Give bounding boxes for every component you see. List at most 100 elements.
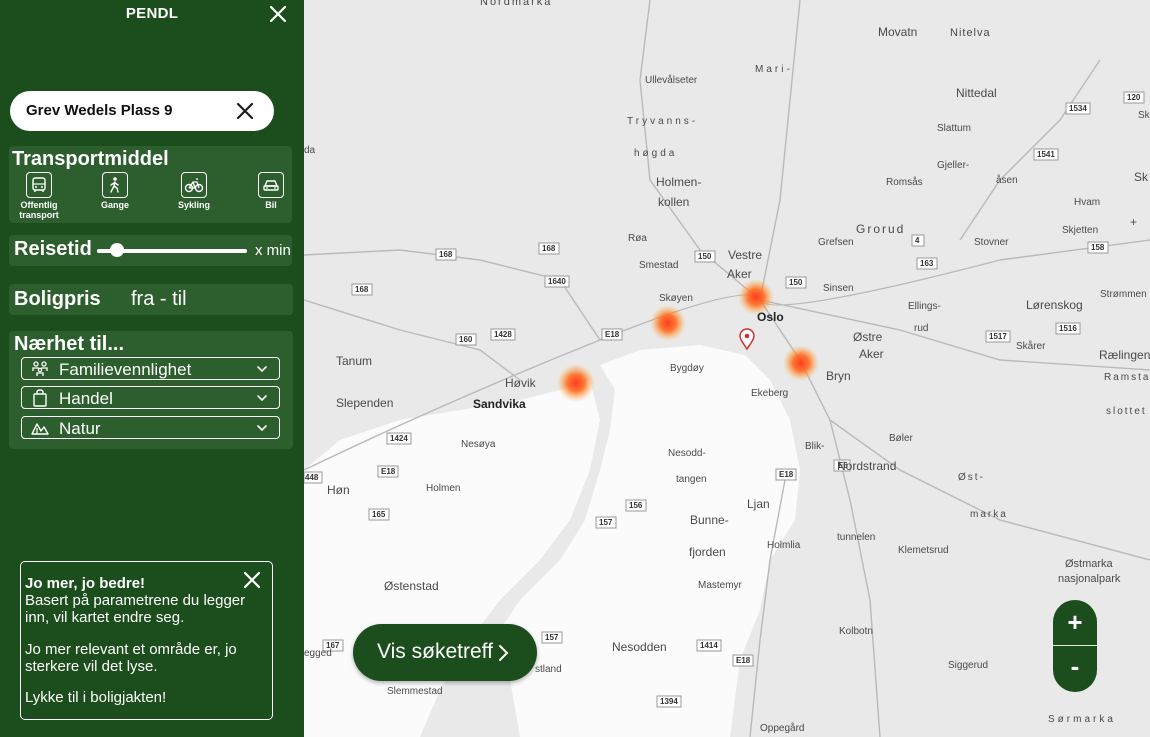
zoom-control: + - bbox=[1053, 600, 1097, 692]
svg-text:Holmlia: Holmlia bbox=[767, 540, 801, 551]
family-icon bbox=[32, 361, 48, 376]
svg-text:kollen: kollen bbox=[658, 195, 689, 209]
svg-text:Vestre: Vestre bbox=[728, 248, 762, 262]
svg-text:Røa: Røa bbox=[628, 233, 647, 244]
travel-time-slider-thumb[interactable] bbox=[110, 243, 124, 257]
transport-mode-bike[interactable]: Sykling bbox=[164, 172, 224, 210]
svg-text:1424: 1424 bbox=[390, 434, 408, 443]
svg-text:Siggerud: Siggerud bbox=[948, 660, 988, 671]
sidebar: PENDL Grev Wedels Plass 9 Transportmidde… bbox=[0, 0, 304, 737]
svg-text:Nordmarka: Nordmarka bbox=[480, 0, 552, 8]
address-search-field[interactable]: Grev Wedels Plass 9 bbox=[10, 91, 274, 131]
transport-mode-walk[interactable]: Gange bbox=[85, 172, 145, 210]
svg-text:1428: 1428 bbox=[494, 330, 512, 339]
dropdown-label: Familievennlighet bbox=[59, 360, 192, 379]
travel-time-label: Reisetid bbox=[14, 238, 92, 260]
svg-text:Grefsen: Grefsen bbox=[818, 237, 854, 248]
svg-text:168: 168 bbox=[355, 285, 369, 294]
svg-text:fjorden: fjorden bbox=[689, 545, 726, 559]
dropdown-nature[interactable]: Natur bbox=[21, 416, 280, 439]
svg-text:Oppegård: Oppegård bbox=[760, 722, 804, 734]
svg-text:slottet: slottet bbox=[1106, 406, 1147, 417]
svg-text:høgda: høgda bbox=[634, 148, 677, 159]
chevron-down-icon bbox=[257, 425, 267, 432]
svg-text:Sørmarka: Sørmarka bbox=[1048, 714, 1116, 725]
bus-icon bbox=[26, 172, 52, 198]
svg-text:Bunne-: Bunne- bbox=[690, 513, 729, 527]
svg-text:Nesodden: Nesodden bbox=[612, 640, 667, 654]
svg-text:Grorud: Grorud bbox=[856, 222, 905, 236]
svg-text:Skårer: Skårer bbox=[1016, 340, 1046, 352]
dropdown-label: Handel bbox=[59, 389, 113, 408]
svg-text:Kolbotn: Kolbotn bbox=[839, 626, 873, 637]
transport-title: Transportmiddel bbox=[12, 148, 169, 170]
transport-mode-public[interactable]: Offentlig transport bbox=[9, 172, 69, 220]
svg-text:1640: 1640 bbox=[548, 277, 566, 286]
transport-mode-label: Gange bbox=[100, 200, 129, 210]
show-results-button[interactable]: Vis søketreff bbox=[353, 624, 537, 681]
close-icon[interactable] bbox=[268, 4, 288, 24]
svg-text:158: 158 bbox=[1091, 243, 1105, 252]
svg-text:Nittedal: Nittedal bbox=[956, 86, 997, 100]
dropdown-shopping[interactable]: Handel bbox=[21, 386, 280, 409]
svg-text:Stovner: Stovner bbox=[974, 237, 1009, 248]
svg-text:Mastemyr: Mastemyr bbox=[698, 580, 743, 591]
svg-text:Hvam: Hvam bbox=[1074, 197, 1100, 208]
svg-text:nasjonalpark: nasjonalpark bbox=[1058, 573, 1121, 585]
svg-text:Slependen: Slependen bbox=[336, 396, 393, 410]
svg-text:Ramsta-: Ramsta- bbox=[1104, 372, 1150, 383]
clear-address-icon[interactable] bbox=[235, 101, 255, 121]
svg-text:Ekeberg: Ekeberg bbox=[751, 388, 788, 399]
svg-text:157: 157 bbox=[545, 633, 559, 642]
svg-text:E18: E18 bbox=[736, 656, 751, 665]
info-box: Jo mer, jo bedre! Basert på parametrene … bbox=[20, 561, 273, 720]
svg-text:tunnelen: tunnelen bbox=[837, 532, 875, 543]
heat-spot-hovik bbox=[557, 364, 595, 402]
svg-text:Blik-: Blik- bbox=[805, 441, 824, 452]
svg-text:4: 4 bbox=[915, 236, 920, 245]
svg-text:168: 168 bbox=[542, 244, 556, 253]
svg-text:Ljan: Ljan bbox=[747, 497, 770, 511]
svg-text:Ellings-: Ellings- bbox=[908, 301, 941, 312]
svg-text:Høvik: Høvik bbox=[505, 376, 537, 390]
zoom-in-button[interactable]: + bbox=[1053, 600, 1097, 645]
bike-icon bbox=[181, 172, 207, 198]
nature-icon bbox=[31, 423, 49, 435]
svg-text:Holmen: Holmen bbox=[426, 483, 460, 494]
svg-text:marka: marka bbox=[970, 509, 1008, 520]
heat-spot-bryn bbox=[783, 345, 819, 381]
app-title: PENDL bbox=[125, 5, 179, 22]
zoom-out-button[interactable]: - bbox=[1053, 646, 1097, 690]
svg-text:163: 163 bbox=[920, 259, 934, 268]
svg-text:1414: 1414 bbox=[700, 641, 718, 650]
svg-text:Øst-: Øst- bbox=[958, 472, 985, 483]
svg-text:stland: stland bbox=[535, 664, 562, 675]
walk-icon bbox=[102, 172, 128, 198]
svg-text:egged: egged bbox=[304, 648, 332, 659]
svg-text:156: 156 bbox=[629, 501, 643, 510]
svg-text:160: 160 bbox=[459, 335, 473, 344]
heat-spot-skoyen bbox=[650, 305, 686, 341]
svg-text:E18: E18 bbox=[779, 470, 794, 479]
svg-text:Nordstrand: Nordstrand bbox=[837, 459, 896, 473]
svg-text:Movatn: Movatn bbox=[878, 25, 917, 39]
svg-text:1534: 1534 bbox=[1069, 104, 1087, 113]
svg-text:E18: E18 bbox=[381, 467, 396, 476]
svg-text:Bygdøy: Bygdøy bbox=[670, 363, 704, 374]
svg-text:+: + bbox=[1130, 215, 1137, 229]
svg-text:Bryn: Bryn bbox=[826, 369, 851, 383]
transport-mode-car[interactable]: Bil bbox=[241, 172, 301, 210]
price-range-input[interactable]: fra - til bbox=[131, 288, 187, 311]
svg-text:Nitelva: Nitelva bbox=[950, 27, 991, 39]
svg-text:Ullevålseter: Ullevålseter bbox=[645, 74, 698, 86]
dropdown-family[interactable]: Familievennlighet bbox=[21, 357, 280, 380]
svg-text:Østenstad: Østenstad bbox=[384, 579, 439, 593]
svg-text:Nesodd-: Nesodd- bbox=[668, 448, 706, 459]
svg-text:1394: 1394 bbox=[660, 697, 678, 706]
chevron-down-icon bbox=[257, 366, 267, 373]
close-icon[interactable] bbox=[243, 571, 261, 589]
svg-text:Sk: Sk bbox=[1134, 170, 1149, 184]
transport-mode-label: Bil bbox=[265, 200, 277, 210]
svg-text:Slemmestad: Slemmestad bbox=[387, 686, 443, 697]
svg-text:Bøler: Bøler bbox=[889, 433, 914, 444]
